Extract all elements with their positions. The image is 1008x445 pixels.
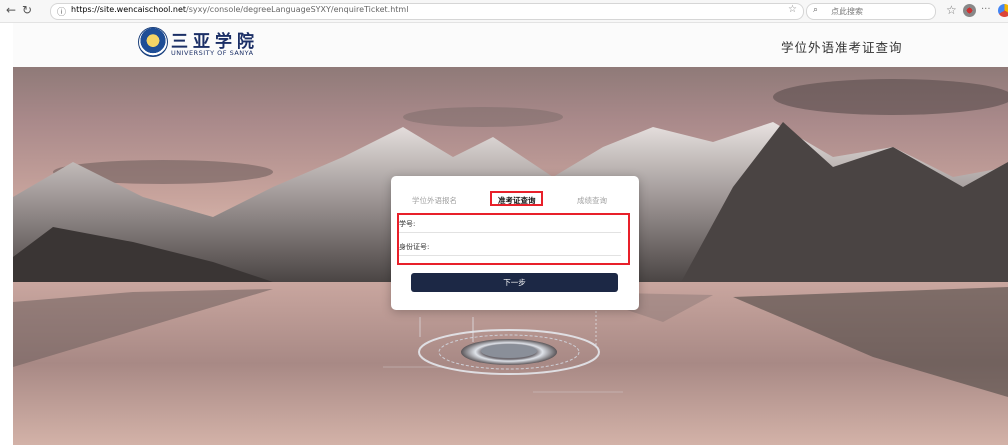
browser-toolbar: ← ↻ ⓘ https://site.wencaischool.net/syxy…	[0, 0, 1008, 23]
site-header: 三亚学院 UNIVERSITY OF SANYA 学位外语准考证查询	[13, 23, 1008, 67]
active-tab-highlight	[490, 191, 543, 206]
student-id-label: 学号:	[399, 220, 416, 228]
back-arrow-icon[interactable]: ←	[3, 2, 19, 18]
student-id-input[interactable]	[433, 217, 617, 231]
tab-registration[interactable]: 学位外语报名	[412, 195, 457, 206]
student-id-field: 学号:	[399, 216, 621, 233]
url-path: /syxy/console/degreeLanguageSYXY/enquire…	[186, 5, 409, 14]
next-step-button[interactable]: 下一步	[411, 273, 618, 292]
browser-logo-icon[interactable]	[998, 4, 1008, 17]
enquiry-card: 学位外语报名 准考证查询 成绩查询 学号: 身份证号: 下一步	[391, 176, 639, 310]
university-emblem-icon	[138, 27, 168, 57]
address-url[interactable]: https://site.wencaischool.net/syxy/conso…	[71, 5, 408, 14]
refresh-icon[interactable]: ↻	[19, 2, 35, 18]
search-icon: ⌕	[813, 5, 819, 15]
logo-english: UNIVERSITY OF SANYA	[171, 49, 254, 57]
search-box[interactable]: ⌕ 点此搜索	[806, 3, 936, 20]
search-placeholder: 点此搜索	[831, 7, 863, 16]
lock-icon[interactable]: ⓘ	[57, 5, 66, 18]
favorite-star-icon[interactable]: ☆	[788, 4, 797, 15]
extension-icon[interactable]	[963, 4, 976, 17]
address-bar[interactable]: ⓘ https://site.wencaischool.net/syxy/con…	[50, 3, 804, 20]
url-host: https://site.wencaischool.net	[71, 5, 187, 14]
more-icon[interactable]: ···	[981, 2, 991, 18]
page-title: 学位外语准考证查询	[781, 40, 903, 55]
id-card-label: 身份证号:	[399, 243, 430, 251]
id-card-field: 身份证号:	[399, 239, 621, 256]
collection-star-icon[interactable]: ☆	[946, 2, 957, 18]
tab-score-query[interactable]: 成绩查询	[577, 195, 607, 206]
id-card-input[interactable]	[433, 240, 617, 254]
